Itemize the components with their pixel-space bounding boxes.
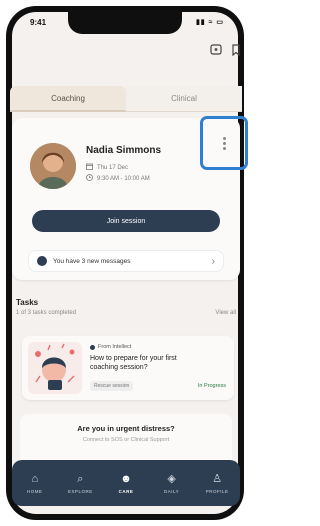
session-time-text: 9:30 AM - 10:00 AM bbox=[97, 175, 150, 182]
nav-explore[interactable]: ⌕ EXPLORE bbox=[66, 473, 94, 494]
diamond-icon: ◈ bbox=[167, 472, 176, 485]
task-title: How to prepare for your first coaching s… bbox=[90, 355, 177, 371]
bookmark-icon[interactable] bbox=[230, 44, 242, 56]
nav-label: EXPLORE bbox=[68, 488, 93, 494]
task-card[interactable]: From Intellect How to prepare for your f… bbox=[22, 336, 234, 400]
status-system-icons: ▮▮ ≈ ▭ bbox=[195, 19, 224, 26]
tab-bar: Coaching Clinical bbox=[10, 86, 242, 112]
nav-label: CARE bbox=[118, 488, 134, 494]
nav-care[interactable]: ☻ CARE bbox=[112, 473, 140, 494]
status-bar: 9:41 ▮▮ ≈ ▭ bbox=[12, 16, 238, 32]
top-actions bbox=[210, 44, 242, 56]
session-time: 9:30 AM - 10:00 AM bbox=[86, 174, 150, 183]
tab-coaching[interactable]: Coaching bbox=[10, 86, 126, 112]
clock-icon bbox=[86, 174, 93, 183]
view-all-link[interactable]: View all bbox=[215, 310, 236, 316]
profile-icon: ♙ bbox=[212, 472, 223, 485]
messages-row[interactable]: You have 3 new messages › bbox=[28, 250, 224, 272]
chevron-right-icon: › bbox=[211, 256, 215, 267]
nav-profile[interactable]: ♙ PROFILE bbox=[203, 473, 231, 494]
task-source: From Intellect bbox=[90, 344, 131, 350]
tasks-title: Tasks bbox=[16, 298, 39, 307]
nav-label: HOME bbox=[27, 488, 43, 494]
nav-daily[interactable]: ◈ DAILY bbox=[158, 473, 186, 494]
urgent-subtitle: Connect to SOS or Clinical Support bbox=[82, 437, 170, 443]
task-illustration bbox=[28, 342, 82, 394]
session-date: Thu 17 Dec bbox=[86, 163, 128, 172]
status-time: 9:41 bbox=[30, 18, 47, 27]
urgent-title: Are you in urgent distress? bbox=[77, 424, 175, 433]
task-source-text: From Intellect bbox=[98, 344, 132, 350]
message-icon bbox=[37, 256, 47, 266]
more-options-button[interactable] bbox=[200, 116, 248, 170]
tab-clinical[interactable]: Clinical bbox=[126, 86, 242, 112]
home-icon: ⌂ bbox=[31, 472, 39, 485]
coach-name: Nadia Simmons bbox=[86, 145, 162, 156]
task-status: In Progress bbox=[197, 383, 226, 389]
nav-home[interactable]: ⌂ HOME bbox=[21, 473, 49, 494]
chat-icon[interactable] bbox=[210, 44, 222, 56]
messages-text: You have 3 new messages bbox=[53, 257, 131, 265]
more-vertical-icon bbox=[222, 136, 226, 150]
nav-label: DAILY bbox=[163, 488, 180, 494]
coach-avatar bbox=[30, 143, 76, 189]
join-session-button[interactable]: Join session bbox=[32, 210, 220, 232]
search-icon: ⌕ bbox=[77, 472, 84, 485]
care-icon: ☻ bbox=[120, 472, 132, 485]
session-date-text: Thu 17 Dec bbox=[97, 164, 129, 171]
bottom-navigation: ⌂ HOME ⌕ EXPLORE ☻ CARE ◈ DAILY ♙ PROFIL… bbox=[12, 460, 240, 506]
calendar-icon bbox=[86, 163, 93, 172]
task-type-tag: Rescue session bbox=[90, 381, 134, 391]
nav-label: PROFILE bbox=[205, 488, 229, 494]
tasks-progress: 1 of 3 tasks completed bbox=[16, 310, 77, 316]
source-dot-icon bbox=[90, 344, 95, 350]
